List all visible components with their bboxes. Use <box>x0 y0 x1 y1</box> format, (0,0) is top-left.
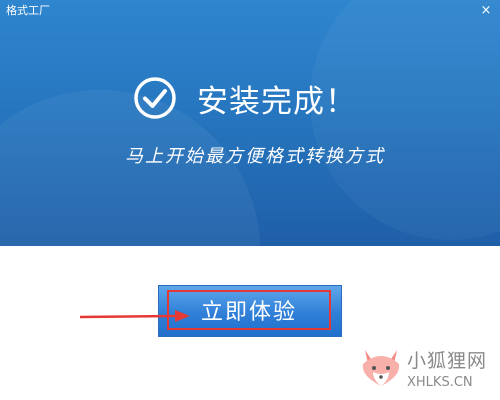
completion-banner: 格式工厂 × 安装完成！ 马上开始最方便格式转换方式 <box>0 0 500 246</box>
fox-logo-icon <box>362 350 400 386</box>
site-watermark: 小狐狸网 XHLKS.CN <box>355 340 500 400</box>
red-arrow-annotation <box>80 310 190 322</box>
close-button[interactable]: × <box>478 2 494 18</box>
try-now-button[interactable]: 立即体验 <box>167 290 331 330</box>
app-title: 格式工厂 <box>6 4 50 17</box>
check-circle-icon <box>134 77 176 119</box>
completion-headline: 安装完成！ <box>197 83 357 120</box>
title-bar: 格式工厂 × <box>0 0 500 22</box>
watermark-site-url: XHLKS.CN <box>407 375 473 390</box>
completion-subtitle: 马上开始最方便格式转换方式 <box>125 146 385 167</box>
headline-row: 安装完成！ <box>133 72 357 124</box>
installer-window: 格式工厂 × 安装完成！ 马上开始最方便格式转换方式 立即体验 小狐狸网 XHL… <box>0 0 500 400</box>
watermark-site-name: 小狐狸网 <box>407 350 488 372</box>
